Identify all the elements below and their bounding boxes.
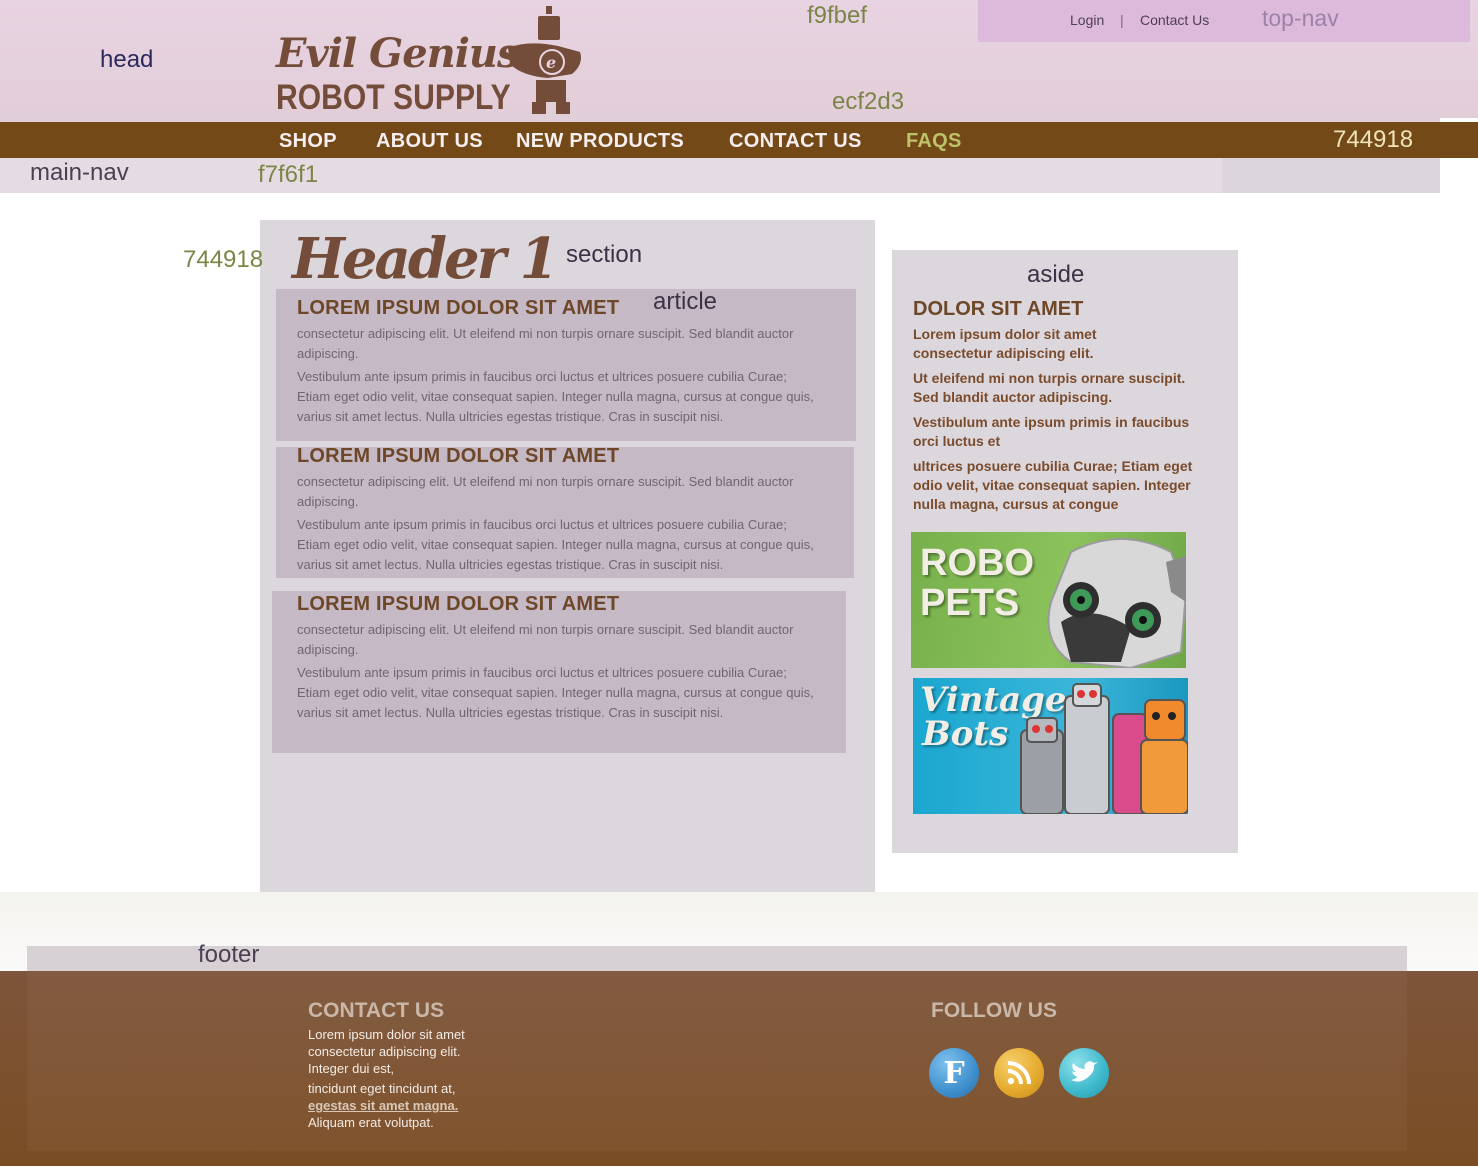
logo-subtitle: ROBOT SUPPLY [276,78,511,117]
aside-annotation: aside [1027,261,1085,288]
main-nav: SHOP ABOUT US NEW PRODUCTS CONTACT US FA… [0,122,1478,158]
main-nav-underlay-right [1222,158,1440,193]
article-card: LOREM IPSUM DOLOR SIT AMET consectetur a… [272,591,846,753]
article-annotation: article [653,288,718,315]
color-annotation-nav-under: f7f6f1 [258,161,319,188]
nav-shop[interactable]: SHOP [279,130,337,153]
vintage-robots-illustration-icon [1020,683,1188,814]
robo-pets-banner[interactable]: ROBO PETS [911,532,1186,668]
nav-new-products[interactable]: NEW PRODUCTS [516,130,684,153]
article-title: LOREM IPSUM DOLOR SIT AMET [297,297,620,319]
article-paragraph: consectetur adipiscing elit. Ut eleifend… [297,326,794,361]
article-paragraph: consectetur adipiscing elit. Ut eleifend… [297,474,794,509]
logo-badge: e [546,53,556,72]
color-annotation-section-left: 744918 [183,246,264,273]
top-nav-separator: | [1120,12,1124,28]
robot-mascot-icon: e [508,6,581,114]
color-annotation-head-top: f9fbef [807,2,868,29]
logo[interactable]: Evil Genius ROBOT SUPPLY e [276,4,586,117]
header-divider [0,112,1440,122]
footer-contact-line: Lorem ipsum dolor sit amet [308,1027,465,1042]
article-title: LOREM IPSUM DOLOR SIT AMET [297,445,620,467]
nav-faqs[interactable]: FAQS [906,130,962,153]
banner-title-line: ROBO [920,542,1034,584]
nav-contact-us[interactable]: CONTACT US [729,130,862,153]
aside-paragraph: Ut eleifend mi non turpis ornare suscipi… [913,370,1186,405]
color-annotation-head-bottom: ecf2d3 [832,88,905,115]
article-card: LOREM IPSUM DOLOR SIT AMET consectetur a… [276,445,854,578]
aside-paragraph: Lorem ipsum dolor sit amet consectetur a… [913,326,1097,361]
article-card: LOREM IPSUM DOLOR SIT AMET consectetur a… [276,288,856,441]
facebook-icon[interactable]: F [929,1048,979,1098]
aside-paragraph: ultrices posuere cubilia Curae; Etiam eg… [913,458,1193,512]
article-paragraph: Vestibulum ante ipsum primis in faucibus… [297,369,814,424]
nav-about-us[interactable]: ABOUT US [376,130,483,153]
head-annotation: head [100,46,154,73]
article-paragraph: Vestibulum ante ipsum primis in faucibus… [297,665,814,720]
banner-title-line: Bots [922,714,1009,754]
banner-title-line: PETS [920,582,1020,624]
footer-contact-link[interactable]: egestas sit amet magna. [308,1098,458,1113]
page-heading: Header 1 [292,226,559,292]
logo-title: Evil Genius [276,30,520,77]
section-annotation: section [566,241,643,268]
robot-pet-illustration-icon [1047,538,1186,668]
article-paragraph: Vestibulum ante ipsum primis in faucibus… [297,517,814,572]
footer-follow-title: FOLLOW US [931,999,1057,1022]
footer-contact-line: consectetur adipiscing elit. [308,1044,461,1059]
aside-paragraph: Vestibulum ante ipsum primis in faucibus… [913,414,1190,449]
twitter-icon[interactable] [1059,1048,1109,1098]
aside-title: DOLOR SIT AMET [913,298,1084,320]
contact-us-link[interactable]: Contact Us [1140,12,1209,28]
main-nav-annotation: main-nav [30,159,129,186]
article-paragraph: consectetur adipiscing elit. Ut eleifend… [297,622,794,657]
top-nav: Login | Contact Us top-nav [978,0,1470,42]
footer-inner [27,971,1407,1151]
footer-annotation: footer [198,941,260,968]
rss-icon[interactable] [994,1048,1044,1098]
vintage-bots-banner[interactable]: Vintage Bots [913,678,1188,814]
footer-contact-line: Integer dui est, [308,1061,394,1076]
article-title: LOREM IPSUM DOLOR SIT AMET [297,593,620,615]
footer-contact-line: Aliquam erat volutpat. [308,1115,434,1130]
footer-contact-line: tincidunt eget tincidunt at, [308,1081,456,1096]
color-annotation-nav-right: 744918 [1333,126,1414,153]
footer-contact-title: CONTACT US [308,999,445,1022]
top-nav-annotation: top-nav [1262,5,1339,31]
login-link[interactable]: Login [1070,12,1104,28]
rss-glyph [1007,1061,1031,1085]
twitter-bird-glyph [1071,1061,1098,1082]
